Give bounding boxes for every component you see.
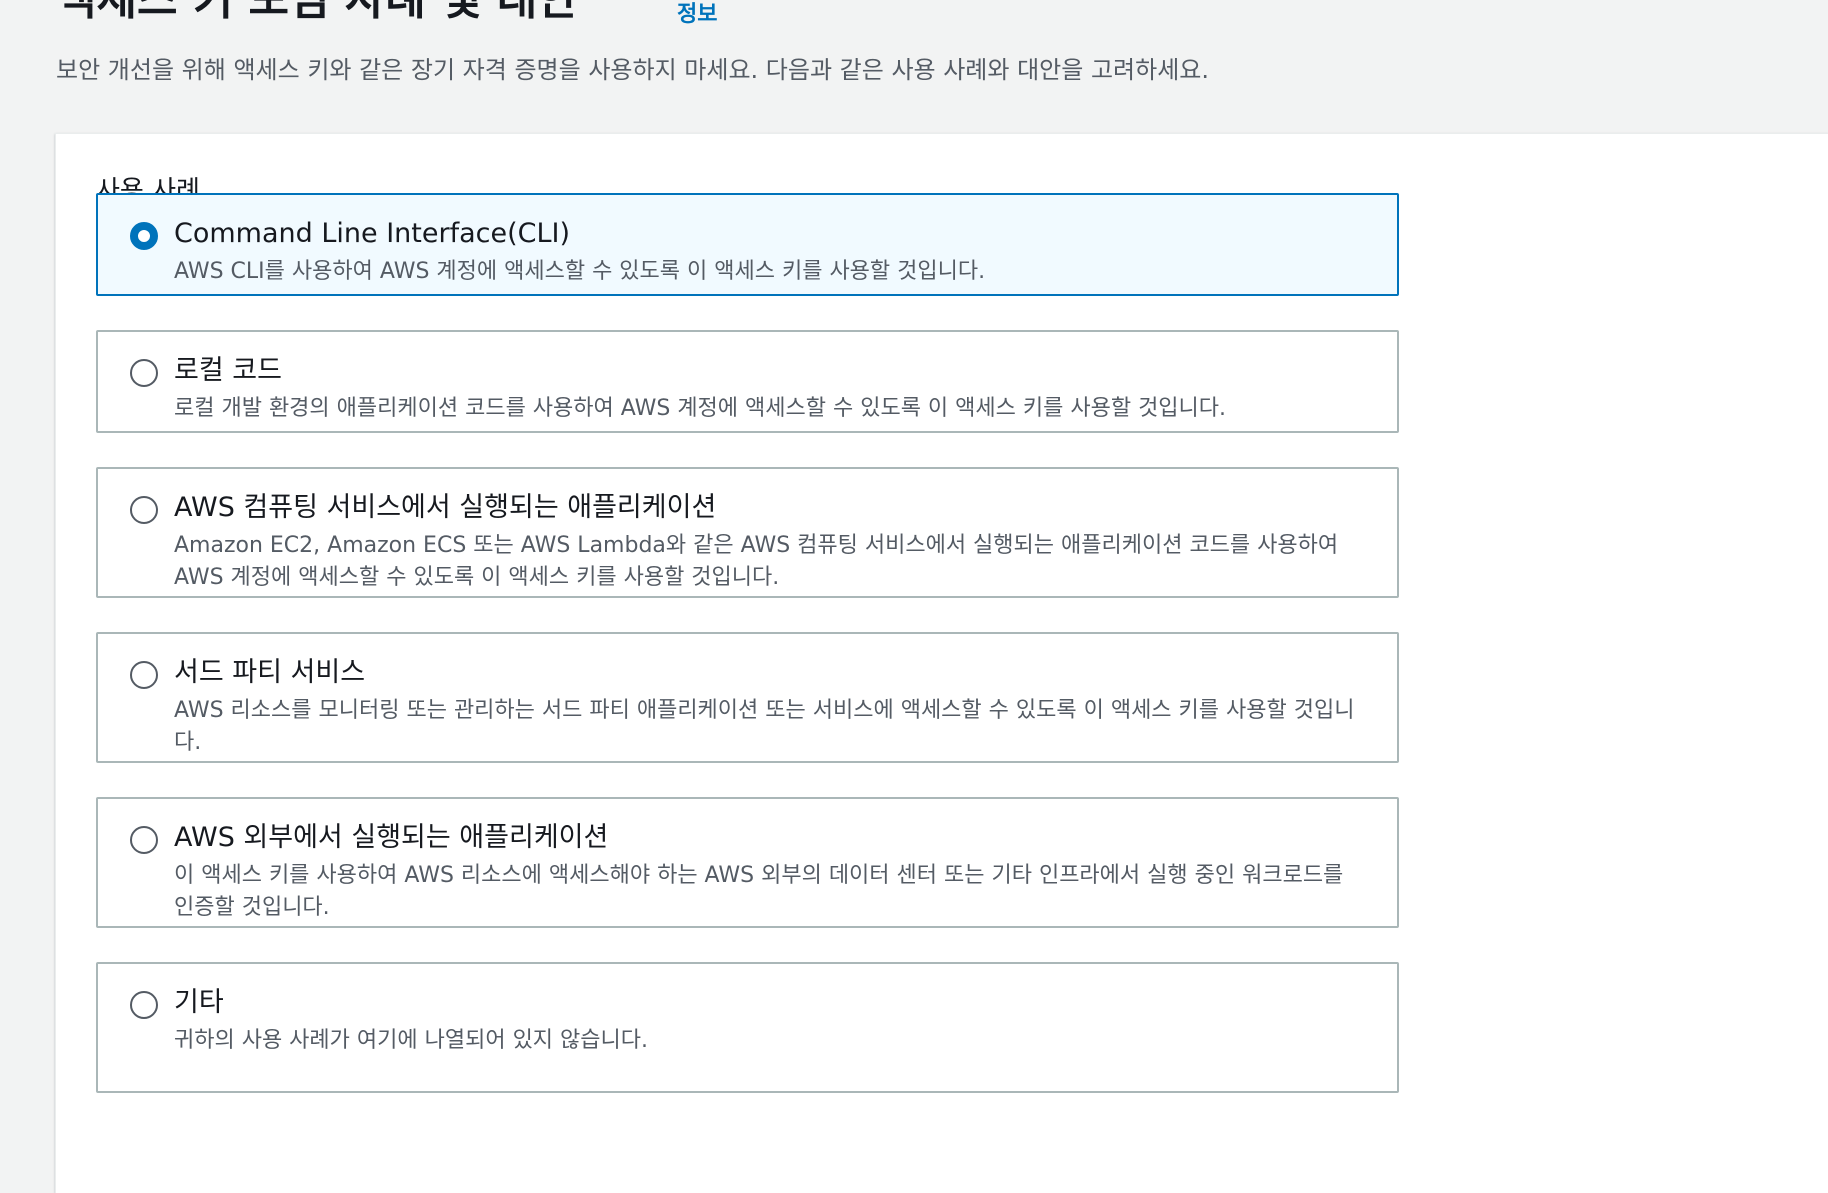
radio-button[interactable]: [130, 661, 158, 689]
option-title: 서드 파티 서비스: [174, 657, 366, 688]
option-description: Amazon EC2, Amazon ECS 또는 AWS Lambda와 같은…: [174, 533, 1339, 590]
option-description: AWS CLI를 사용하여 AWS 계정에 액세스할 수 있도록 이 액세스 키…: [174, 259, 986, 284]
info-link[interactable]: 정보: [677, 1, 717, 29]
use-case-option-other[interactable]: 기타 귀하의 사용 사례가 여기에 나열되어 있지 않습니다.: [96, 962, 1399, 1093]
option-description: AWS 리소스를 모니터링 또는 관리하는 서드 파티 애플리케이션 또는 서비…: [174, 698, 1355, 755]
use-case-panel: 사용 사례 Command Line Interface(CLI) AWS CL…: [55, 133, 1828, 1193]
option-title: 로컬 코드: [174, 355, 282, 386]
use-case-option-aws-compute[interactable]: AWS 컴퓨팅 서비스에서 실행되는 애플리케이션 Amazon EC2, Am…: [96, 467, 1399, 598]
option-description: 로컬 개발 환경의 애플리케이션 코드를 사용하여 AWS 계정에 액세스할 수…: [174, 396, 1227, 421]
option-title: Command Line Interface(CLI): [174, 218, 571, 249]
option-title: AWS 외부에서 실행되는 애플리케이션: [174, 822, 609, 853]
radio-button[interactable]: [130, 991, 158, 1019]
option-description: 귀하의 사용 사례가 여기에 나열되어 있지 않습니다.: [174, 1028, 648, 1053]
radio-button[interactable]: [130, 496, 158, 524]
option-description: 이 액세스 키를 사용하여 AWS 리소스에 액세스해야 하는 AWS 외부의 …: [174, 863, 1344, 920]
use-case-option-outside-aws[interactable]: AWS 외부에서 실행되는 애플리케이션 이 액세스 키를 사용하여 AWS 리…: [96, 797, 1399, 928]
radio-button[interactable]: [130, 826, 158, 854]
page-description: 보안 개선을 위해 액세스 키와 같은 장기 자격 증명을 사용하지 마세요. …: [56, 56, 1209, 84]
page-title: 액세스 키 모범 사례 및 대안: [56, 0, 578, 26]
option-title: 기타: [174, 987, 224, 1018]
page-header: 액세스 키 모범 사례 및 대안 정보 보안 개선을 위해 액세스 키와 같은 …: [56, 0, 1828, 130]
use-case-option-cli[interactable]: Command Line Interface(CLI) AWS CLI를 사용하…: [96, 193, 1399, 296]
use-case-option-third-party[interactable]: 서드 파티 서비스 AWS 리소스를 모니터링 또는 관리하는 서드 파티 애플…: [96, 632, 1399, 763]
radio-button-selected[interactable]: [130, 222, 158, 250]
use-case-option-local-code[interactable]: 로컬 코드 로컬 개발 환경의 애플리케이션 코드를 사용하여 AWS 계정에 …: [96, 330, 1399, 433]
radio-button[interactable]: [130, 359, 158, 387]
option-title: AWS 컴퓨팅 서비스에서 실행되는 애플리케이션: [174, 492, 717, 523]
